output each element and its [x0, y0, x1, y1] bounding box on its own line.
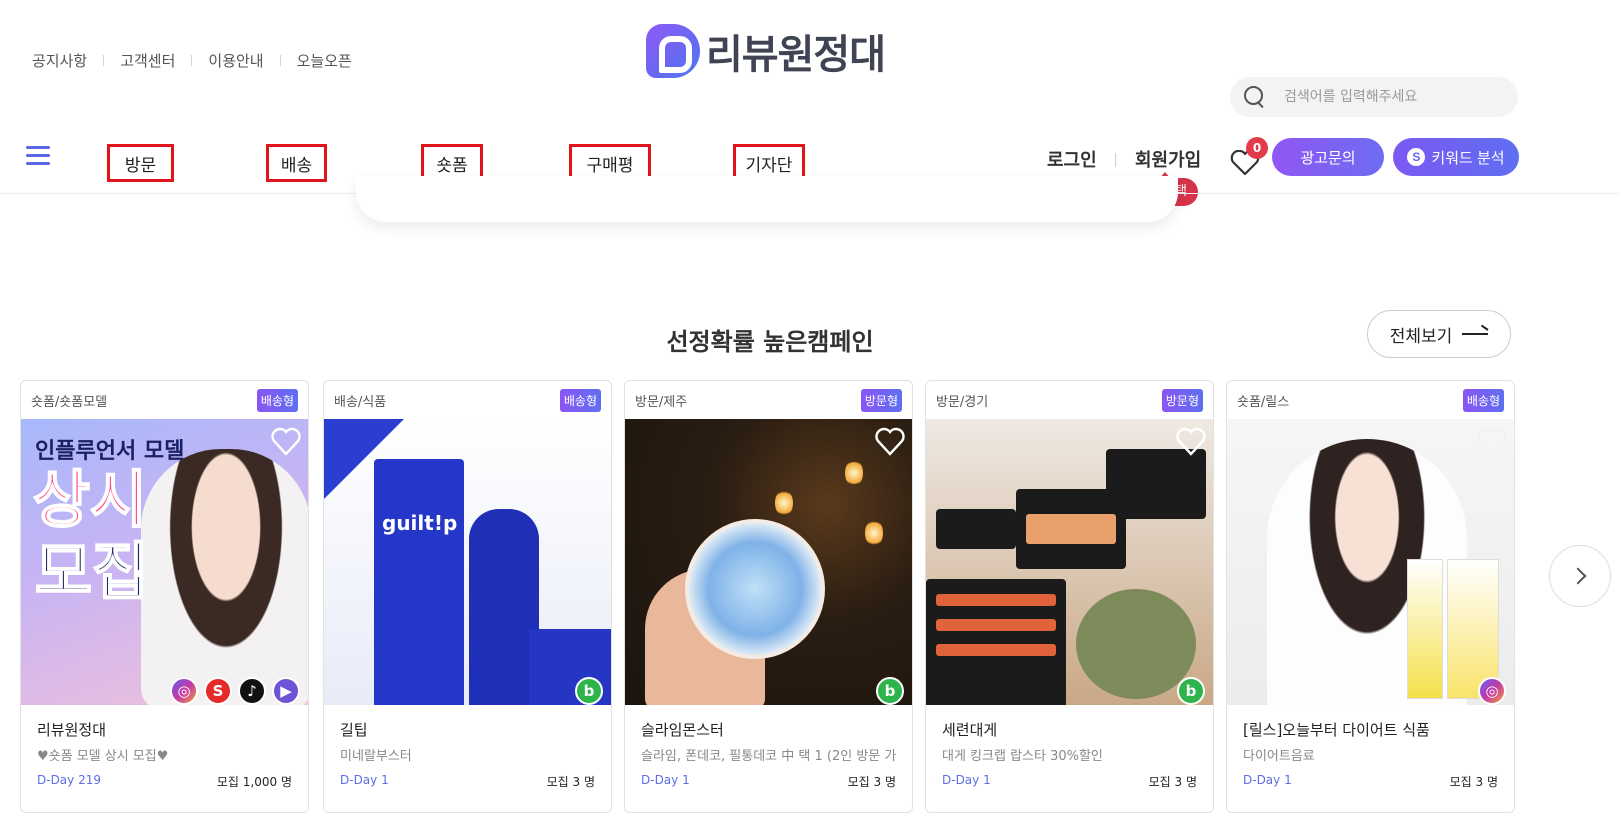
- like-heart-icon[interactable]: [270, 427, 302, 457]
- card-recruit-count: 모집 3 명: [1148, 775, 1197, 789]
- product-tube: [1407, 559, 1443, 699]
- card-type-badge: 배송형: [559, 388, 601, 412]
- like-heart-icon[interactable]: [1175, 427, 1207, 457]
- carousel-next-button[interactable]: [1549, 545, 1611, 607]
- tiktok-icon: ♪: [238, 677, 266, 705]
- card-image[interactable]: guilt!p: [324, 419, 611, 705]
- card-type-badge: 방문형: [1161, 388, 1203, 412]
- instagram-icon: ◎: [170, 677, 198, 705]
- image-headline: 인플루언서 모델: [35, 439, 185, 464]
- image-text-always: 상시: [32, 463, 148, 536]
- card-image[interactable]: [625, 419, 912, 705]
- keyword-analysis-label: 키워드 분석: [1431, 149, 1505, 167]
- card-subtitle: 대게 킹크랩 랍스타 30%할인: [942, 749, 1103, 764]
- card-image[interactable]: 인플루언서 모델 상시 모집: [21, 419, 308, 705]
- card-dday: D-Day 219: [37, 773, 101, 787]
- card-recruit-count: 모집 3 명: [847, 775, 896, 789]
- card-image[interactable]: [1227, 419, 1514, 705]
- logo[interactable]: 리뷰원정대: [646, 22, 886, 80]
- hamburger-menu-icon[interactable]: [26, 146, 50, 166]
- youtube-shorts-icon: S: [204, 677, 232, 705]
- clip-play-icon: ▶: [272, 677, 300, 705]
- divider: [1115, 153, 1116, 167]
- divider: [279, 55, 281, 66]
- instagram-icon: ◎: [1478, 677, 1506, 705]
- chevron-right-icon: [1569, 567, 1587, 585]
- like-heart-icon[interactable]: [1476, 427, 1508, 457]
- wishlist-button[interactable]: 0: [1226, 137, 1268, 180]
- card-image[interactable]: [926, 419, 1213, 705]
- card-title: 세련대게: [942, 721, 998, 739]
- like-heart-icon[interactable]: [874, 427, 906, 457]
- top-link-support[interactable]: 고객센터: [120, 50, 175, 71]
- logo-text: 리뷰원정대: [706, 32, 886, 78]
- card-dday: D-Day 1: [942, 773, 991, 787]
- search-input[interactable]: [1284, 89, 1494, 105]
- slime-jar: [685, 519, 825, 659]
- section-title: 선정확률 높은캠페인: [666, 328, 874, 356]
- naver-blog-icon: b: [575, 677, 603, 705]
- card-subtitle: ♥숏폼 모델 상시 모집♥: [37, 749, 169, 764]
- campaign-card[interactable]: 숏폼/릴스 배송형 ◎ [릴스]오늘부터 다이어트 식품 다이어트음료 D-Da…: [1226, 380, 1515, 813]
- card-recruit-count: 모집 3 명: [546, 775, 595, 789]
- card-dday: D-Day 1: [340, 773, 389, 787]
- model-photo: [141, 449, 308, 705]
- signup-link[interactable]: 회원가입: [1135, 146, 1201, 172]
- campaign-card[interactable]: 방문/제주 방문형 b 슬라임몬스터 슬라임, 폰데코, 필통데코 中 택 1 …: [624, 380, 913, 813]
- naver-blog-icon: b: [1177, 677, 1205, 705]
- card-category: 방문/제주: [635, 394, 688, 410]
- card-category: 방문/경기: [936, 394, 989, 410]
- card-title: 길팁: [340, 721, 368, 739]
- keyword-analysis-button[interactable]: S 키워드 분석: [1393, 138, 1519, 176]
- card-subtitle: 다이어트음료: [1243, 749, 1315, 764]
- naver-blog-icon: b: [876, 677, 904, 705]
- card-title: 리뷰원정대: [37, 721, 107, 739]
- nav-visit[interactable]: 방문: [107, 144, 174, 182]
- search-bar: [1230, 77, 1518, 117]
- search-icon[interactable]: [1244, 86, 1266, 108]
- divider: [191, 55, 193, 66]
- campaign-card[interactable]: 숏폼/숏폼모델 배송형 인플루언서 모델 상시 모집 ◎ S ♪ ▶ 리뷰원정대…: [20, 380, 309, 813]
- dropdown-panel: [356, 176, 1178, 222]
- login-link[interactable]: 로그인: [1047, 146, 1097, 172]
- card-recruit-count: 모집 3 명: [1449, 775, 1498, 789]
- card-category: 숏폼/숏폼모델: [31, 394, 108, 410]
- ad-inquiry-button[interactable]: 광고문의: [1272, 138, 1384, 176]
- card-type-badge: 배송형: [256, 388, 298, 412]
- card-category: 숏폼/릴스: [1237, 394, 1290, 410]
- card-category: 배송/식품: [334, 394, 387, 410]
- view-all-label: 전체보기: [1389, 326, 1453, 347]
- card-subtitle: 슬라임, 폰데코, 필통데코 中 택 1 (2인 방문 가능): [641, 749, 896, 764]
- card-dday: D-Day 1: [1243, 773, 1292, 787]
- nav-delivery[interactable]: 배송: [266, 144, 327, 182]
- divider: [103, 55, 105, 66]
- campaign-card[interactable]: 방문/경기 방문형 b 세련대게 대게 킹크랩 랍스타 30%할인 D-Day …: [925, 380, 1214, 813]
- logo-mark-icon: [646, 24, 700, 78]
- top-link-guide[interactable]: 이용안내: [208, 50, 263, 71]
- campaign-card[interactable]: 배송/식품 배송형 guilt!p b 길팁 미네랄부스터 D-Day 1 모집…: [323, 380, 612, 813]
- card-type-badge: 배송형: [1462, 388, 1504, 412]
- image-text-recruit: 모집: [34, 535, 150, 608]
- arrow-right-icon: [1462, 333, 1489, 335]
- card-subtitle: 미네랄부스터: [340, 749, 412, 764]
- card-recruit-count: 모집 1,000 명: [216, 775, 292, 789]
- product-box: [374, 459, 464, 705]
- top-link-today-open[interactable]: 오늘오픈: [297, 50, 352, 71]
- wishlist-count-badge: 0: [1246, 137, 1268, 159]
- card-type-badge: 방문형: [860, 388, 902, 412]
- top-link-notice[interactable]: 공지사항: [32, 50, 87, 71]
- top-links: 공지사항 고객센터 이용안내 오늘오픈: [32, 50, 352, 71]
- s-badge-icon: S: [1407, 148, 1426, 166]
- view-all-button[interactable]: 전체보기: [1367, 310, 1511, 358]
- card-title: 슬라임몬스터: [641, 721, 724, 739]
- card-dday: D-Day 1: [641, 773, 690, 787]
- card-title: [릴스]오늘부터 다이어트 식품: [1243, 721, 1430, 739]
- product-brand: guilt!p: [382, 511, 458, 535]
